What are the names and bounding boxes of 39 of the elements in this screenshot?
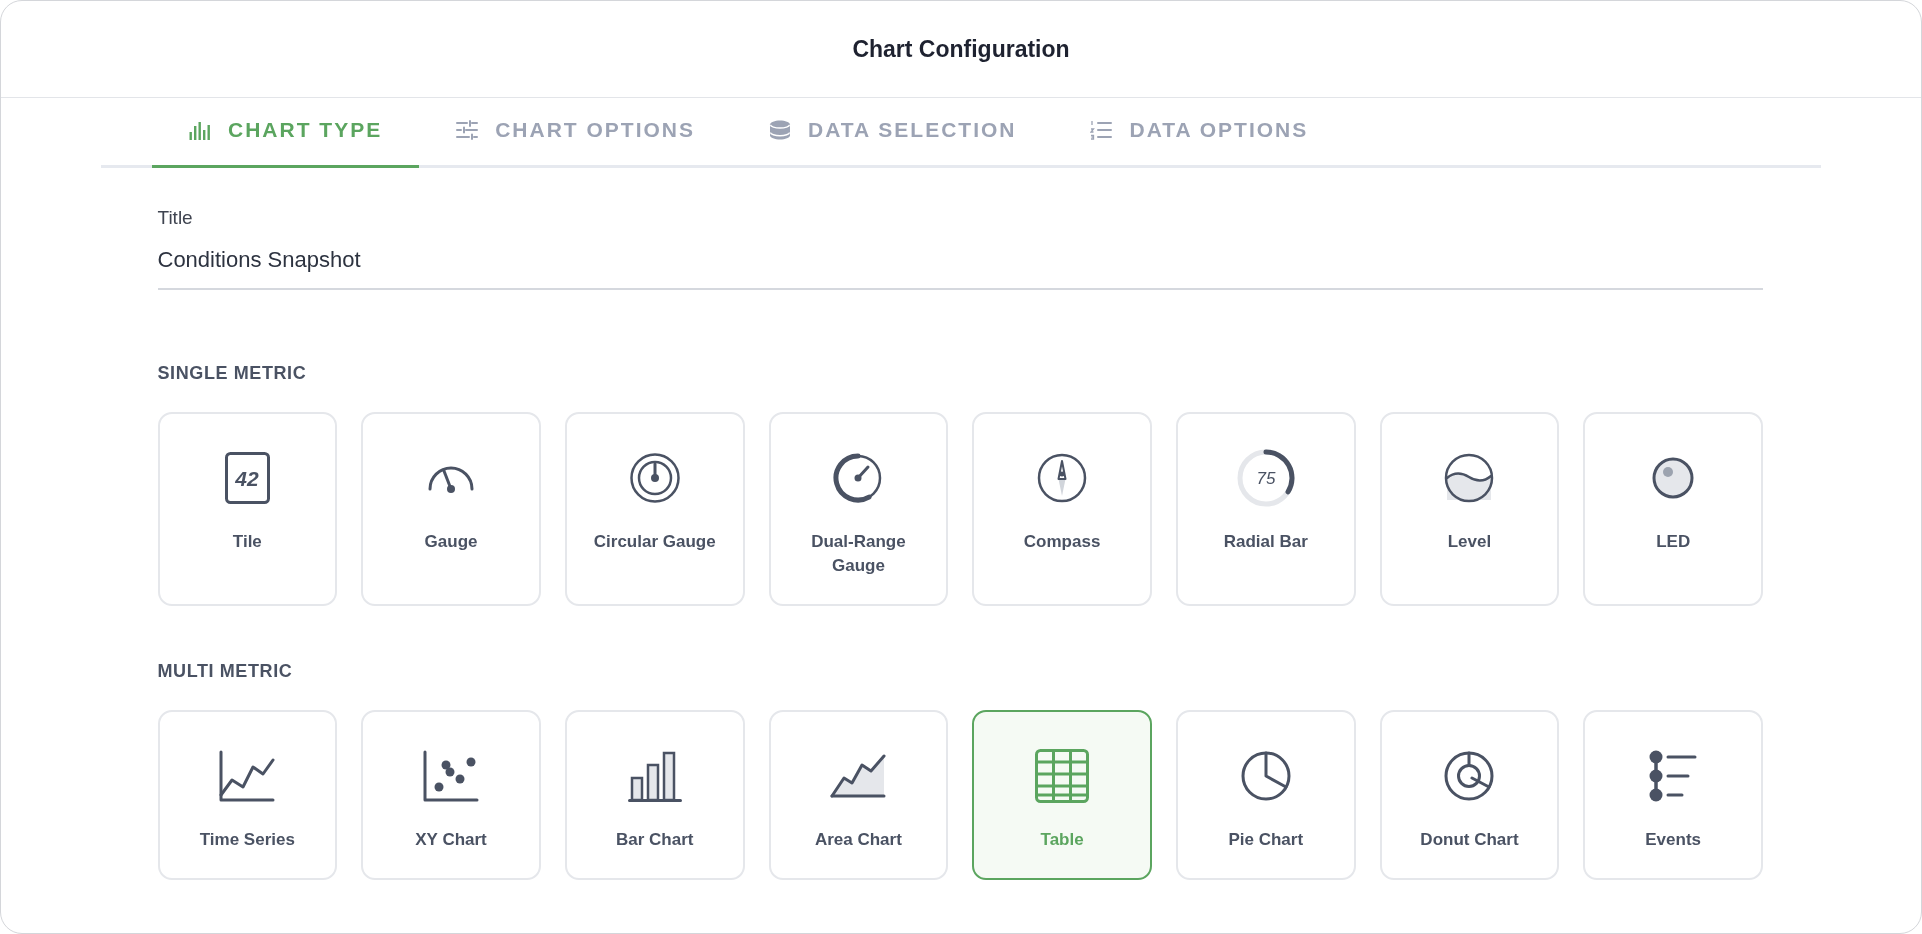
chart-type-card[interactable]: Circular Gauge bbox=[564, 412, 745, 606]
circular-gauge-icon bbox=[629, 453, 680, 503]
led-light-icon bbox=[1652, 457, 1695, 499]
sliders-icon bbox=[456, 119, 479, 140]
dialog-title: Chart Configuration bbox=[852, 35, 1070, 64]
scatter-plot-icon bbox=[423, 750, 480, 802]
chart-type-card[interactable]: Compass bbox=[972, 412, 1152, 606]
timeline-list-icon bbox=[1649, 750, 1698, 802]
area-chart-icon bbox=[830, 753, 887, 799]
chart-type-card[interactable]: Gauge bbox=[361, 412, 541, 606]
bar-chart-icon bbox=[189, 119, 211, 140]
title-input[interactable]: Conditions Snapshot bbox=[157, 246, 1763, 290]
chart-type-card[interactable]: Area Chart bbox=[768, 710, 949, 880]
water-level-icon bbox=[1444, 453, 1495, 503]
donut-chart-icon bbox=[1444, 751, 1495, 801]
table-grid-icon bbox=[1035, 749, 1090, 803]
chart-type-card[interactable]: LED bbox=[1583, 412, 1763, 606]
chart-type-card[interactable]: Time Series bbox=[157, 710, 338, 880]
chart-type-card[interactable]: Dual-Range Gauge bbox=[768, 412, 949, 606]
pie-chart-icon bbox=[1240, 751, 1291, 801]
chart-type-card[interactable]: Bar Chart bbox=[564, 710, 745, 880]
line-chart-icon bbox=[219, 750, 276, 802]
section-heading: MULTI METRIC bbox=[157, 660, 293, 682]
bar-chart-icon bbox=[627, 750, 682, 802]
section-heading: SINGLE METRIC bbox=[157, 362, 307, 384]
number-tile-icon: 42 bbox=[224, 452, 270, 504]
field-label: Title bbox=[157, 206, 193, 230]
compass-icon bbox=[1037, 453, 1088, 503]
chart-type-card[interactable]: Level bbox=[1379, 412, 1560, 606]
chart-type-card[interactable]: 75 Radial Bar bbox=[1175, 412, 1356, 606]
chart-type-card[interactable]: 42 Tile bbox=[157, 412, 338, 606]
radial-progress-icon: 75 bbox=[1236, 449, 1295, 507]
chart-type-card[interactable]: Donut Chart bbox=[1379, 710, 1560, 880]
chart-type-card[interactable]: XY Chart bbox=[361, 710, 541, 880]
chart-type-card[interactable]: Pie Chart bbox=[1175, 710, 1356, 880]
chart-type-card[interactable]: Events bbox=[1583, 710, 1763, 880]
gauge-dial-icon bbox=[833, 453, 884, 503]
numbered-list-icon bbox=[1090, 119, 1113, 140]
database-icon bbox=[769, 119, 792, 140]
